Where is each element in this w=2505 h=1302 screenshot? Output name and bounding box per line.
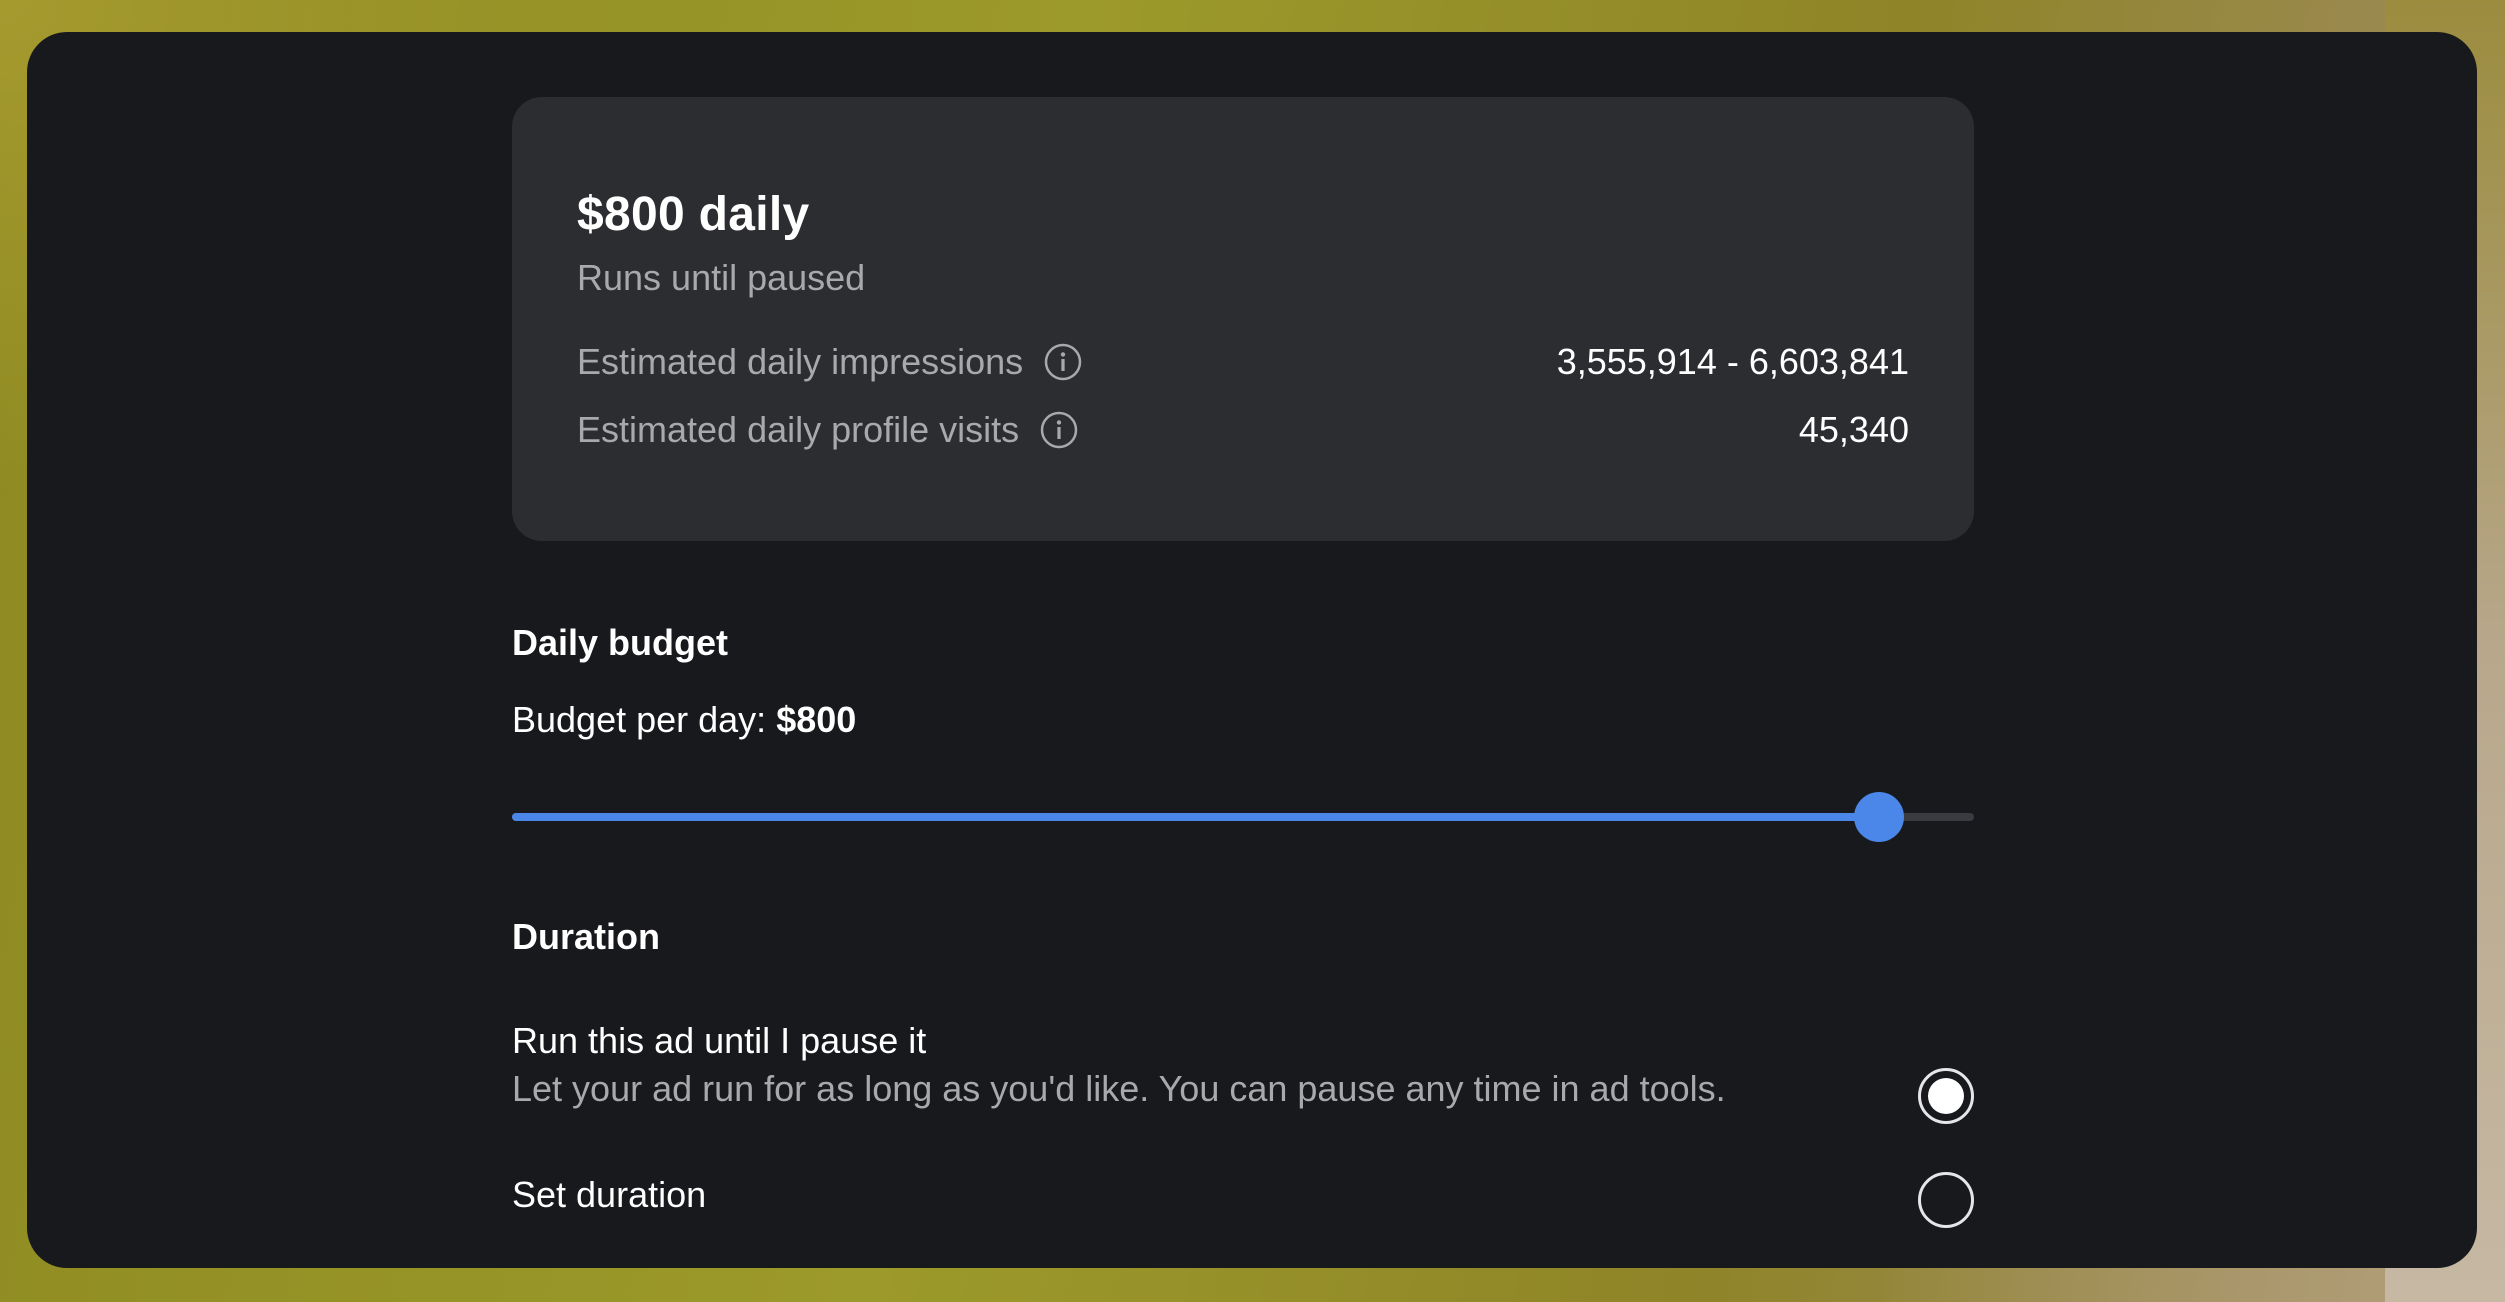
info-icon[interactable] — [1043, 342, 1083, 382]
daily-budget-heading: Daily budget — [512, 622, 729, 663]
slider-thumb[interactable] — [1854, 792, 1904, 842]
radio-selected-dot — [1928, 1078, 1964, 1114]
ad-budget-panel: $800 daily Runs until paused Estimated d… — [27, 32, 2477, 1268]
metric-row-profile-visits: Estimated daily profile visits 45,340 — [577, 405, 1909, 455]
budget-summary-card: $800 daily Runs until paused Estimated d… — [512, 97, 1974, 541]
slider-fill — [512, 813, 1879, 821]
radio-button[interactable] — [1918, 1068, 1974, 1124]
metric-value: 45,340 — [1798, 409, 1909, 450]
duration-heading: Duration — [512, 916, 660, 957]
summary-subtitle: Runs until paused — [577, 257, 866, 298]
duration-option-set-duration[interactable]: Set duration — [512, 1162, 1974, 1242]
budget-amount: $800 — [776, 699, 857, 740]
metric-label: Estimated daily profile visits — [577, 409, 1020, 450]
metric-label: Estimated daily impressions — [577, 341, 1024, 382]
info-icon[interactable] — [1039, 410, 1079, 450]
budget-slider[interactable] — [512, 792, 1974, 842]
summary-title: $800 daily — [577, 188, 810, 241]
metric-value: 3,555,914 - 6,603,841 — [1556, 341, 1909, 382]
option-description: Let your ad run for as long as you'd lik… — [512, 1068, 1726, 1109]
radio-button[interactable] — [1918, 1172, 1974, 1228]
budget-label-prefix: Budget per day: — [512, 699, 767, 740]
option-title: Set duration — [512, 1174, 707, 1215]
budget-per-day-label: Budget per day: $800 — [512, 699, 856, 741]
metric-row-impressions: Estimated daily impressions 3,555,914 - … — [577, 337, 1909, 387]
option-title: Run this ad until I pause it — [512, 1020, 927, 1061]
duration-option-until-paused[interactable]: Run this ad until I pause it Let your ad… — [512, 1020, 1974, 1130]
